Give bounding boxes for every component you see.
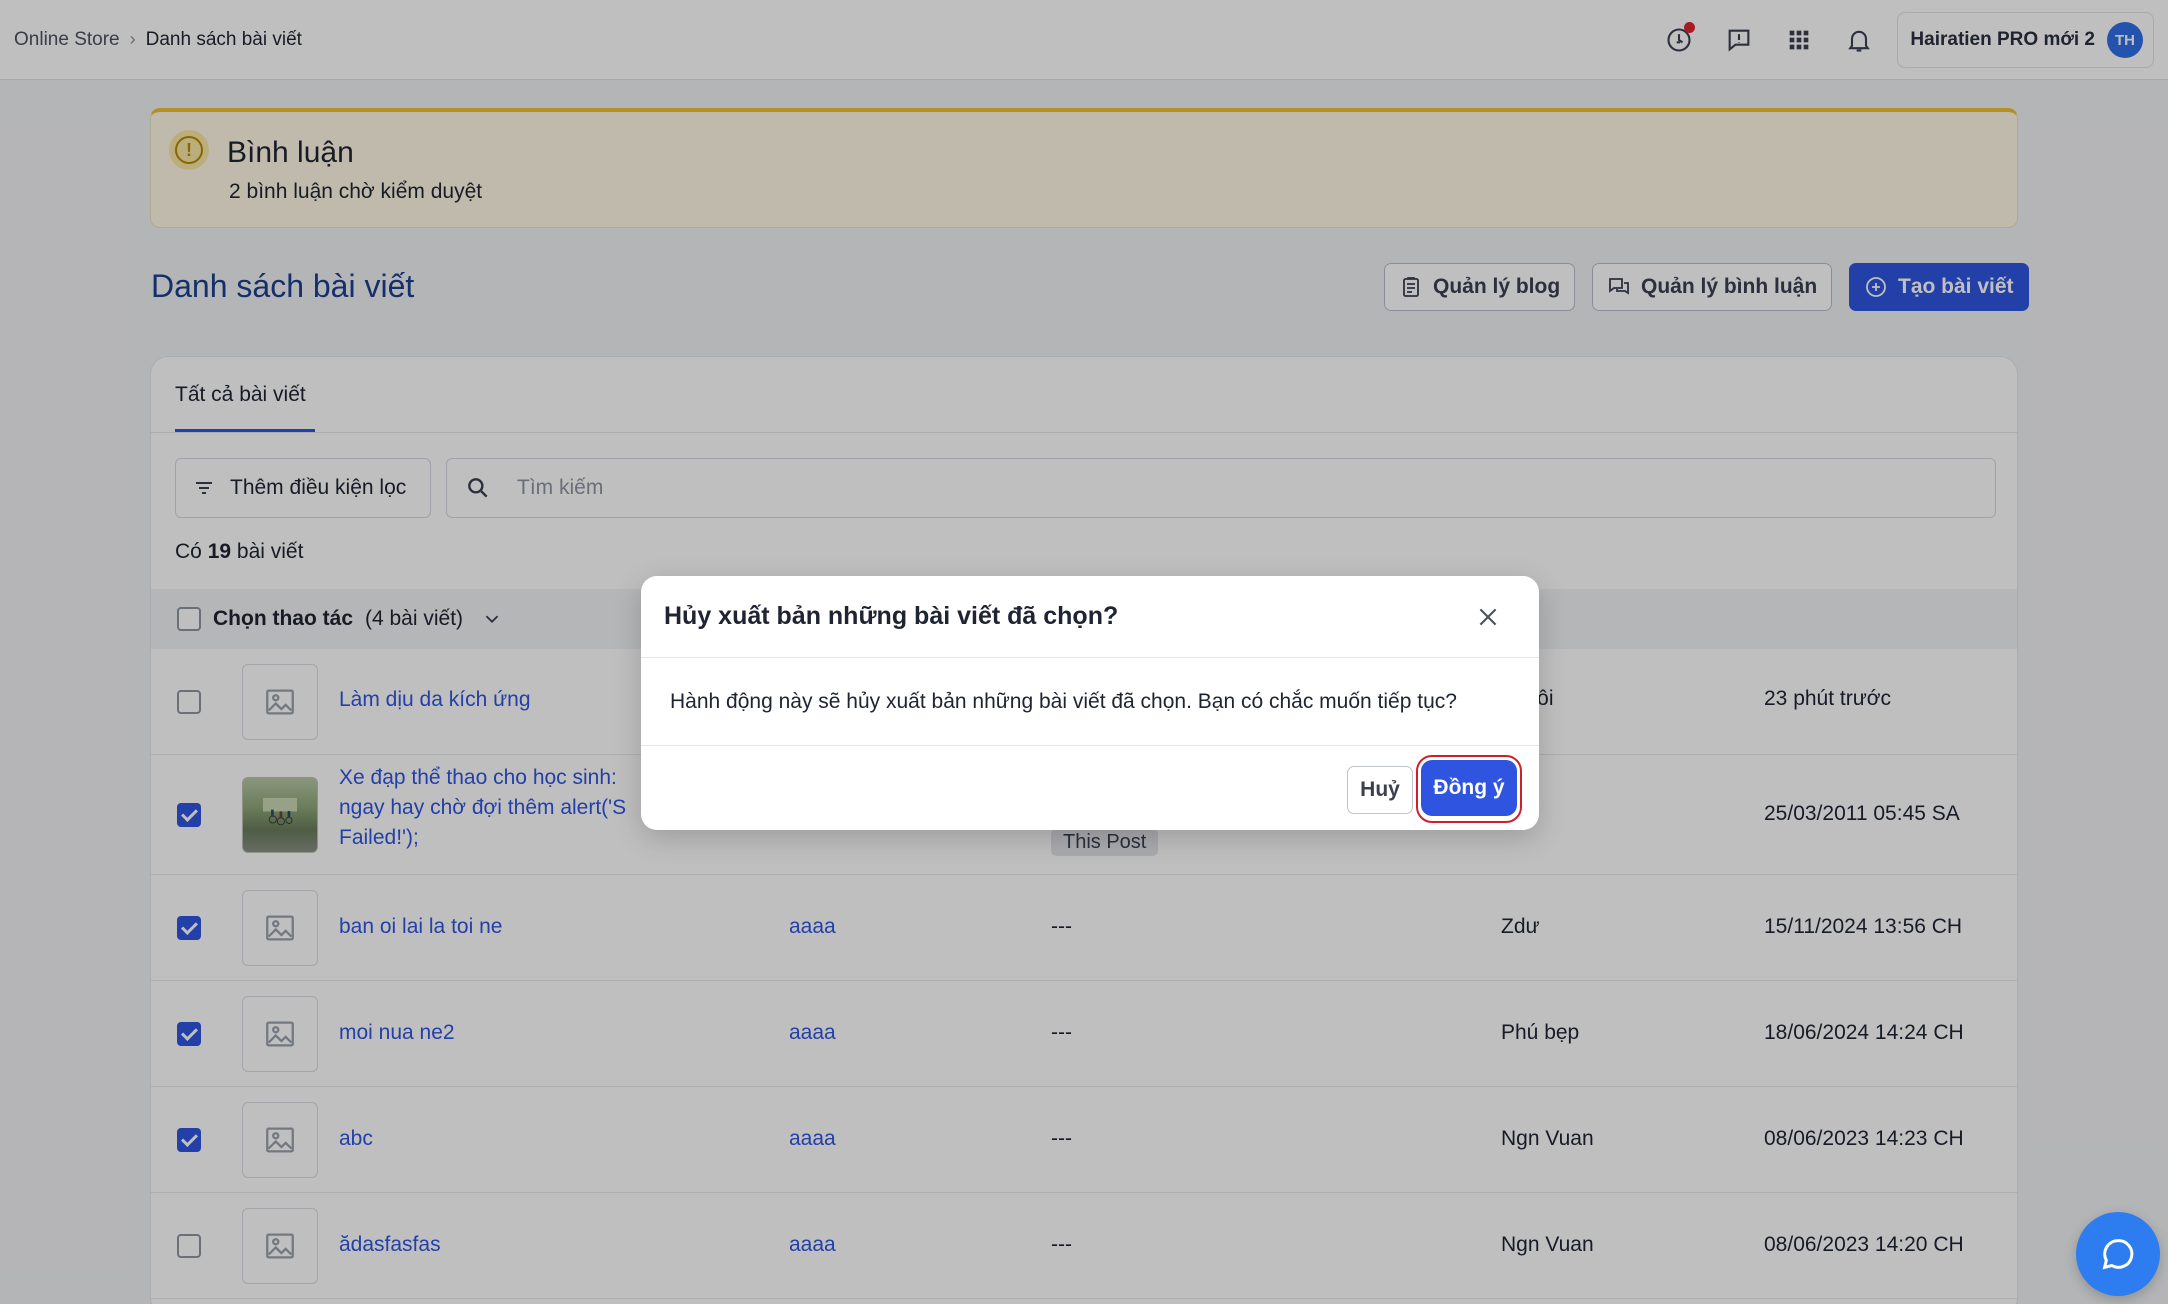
close-icon[interactable] — [1475, 604, 1501, 630]
chat-bubble-icon — [2102, 1239, 2134, 1270]
dialog-body: Hành động này sẽ hủy xuất bản những bài … — [641, 658, 1539, 746]
dialog-footer: Huỷ Đồng ý — [641, 746, 1539, 830]
cancel-button[interactable]: Huỷ — [1347, 766, 1413, 814]
dialog-title: Hủy xuất bản những bài viết đã chọn? — [664, 602, 1119, 630]
chat-support-button[interactable] — [2076, 1212, 2160, 1296]
dialog-header: Hủy xuất bản những bài viết đã chọn? — [641, 576, 1539, 658]
unpublish-confirm-dialog: Hủy xuất bản những bài viết đã chọn? Hàn… — [641, 576, 1539, 830]
confirm-button[interactable]: Đồng ý — [1421, 760, 1517, 816]
dialog-message: Hành động này sẽ hủy xuất bản những bài … — [670, 689, 1457, 713]
